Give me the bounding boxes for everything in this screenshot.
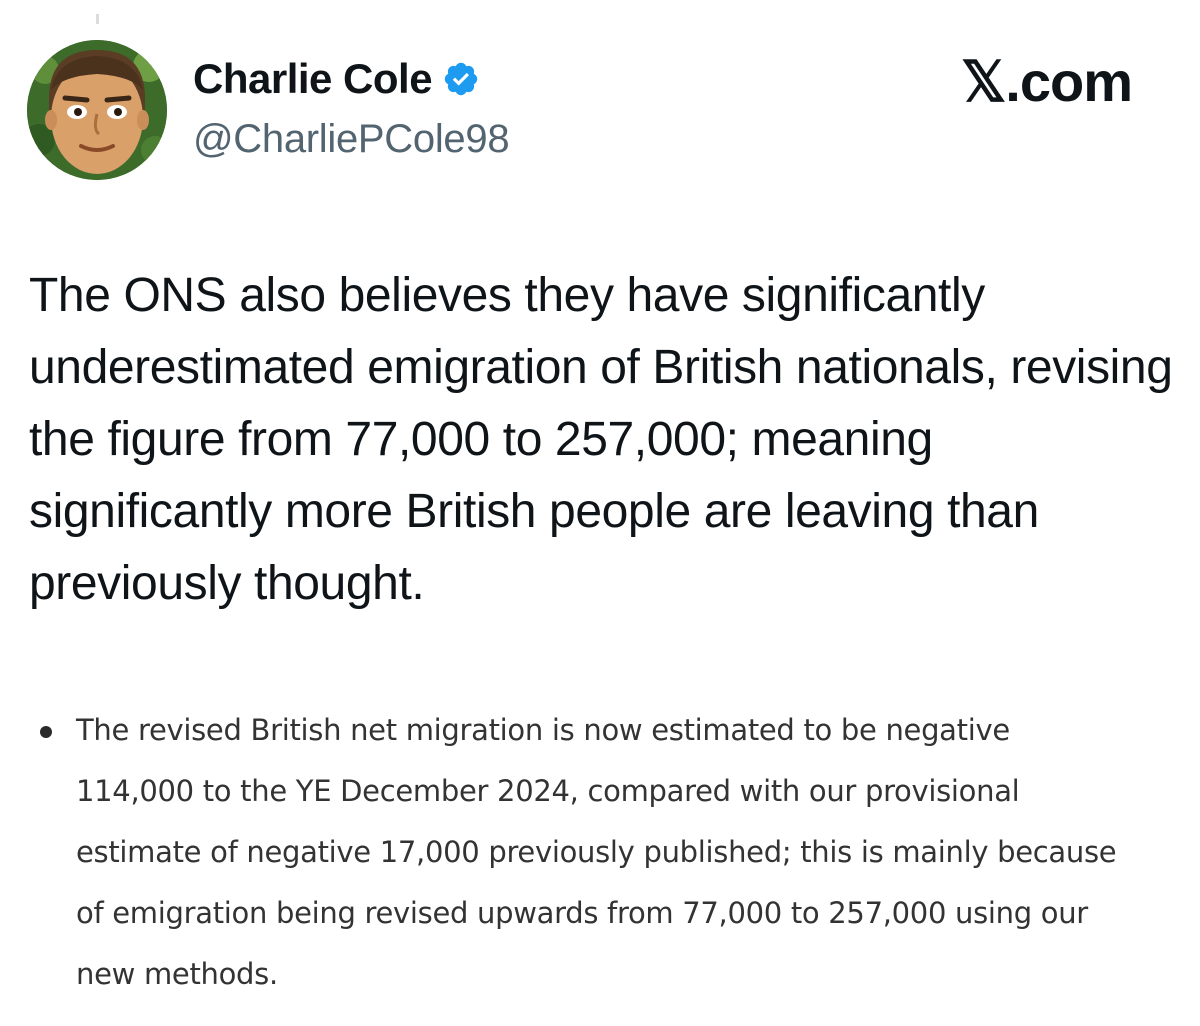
avatar-cartoon-icon xyxy=(27,40,167,180)
x-logo: 𝕏.com xyxy=(961,50,1133,113)
excerpt-bullet-text: The revised British net migration is now… xyxy=(76,713,1117,991)
tweet-text: The ONS also believes they have signific… xyxy=(29,269,1173,610)
list-item: The revised British net migration is now… xyxy=(40,700,1160,1005)
avatar[interactable] xyxy=(27,40,167,180)
quoted-excerpt: The revised British net migration is now… xyxy=(40,700,1160,1005)
author-handle[interactable]: @CharliePCole98 xyxy=(193,114,510,164)
verified-badge-icon xyxy=(442,60,480,98)
bullet-icon xyxy=(40,726,52,738)
tweet-header: Charlie Cole @CharliePCole98 𝕏.com xyxy=(0,0,1200,200)
author-name-row: Charlie Cole xyxy=(193,54,480,104)
author-display-name[interactable]: Charlie Cole xyxy=(193,54,433,104)
